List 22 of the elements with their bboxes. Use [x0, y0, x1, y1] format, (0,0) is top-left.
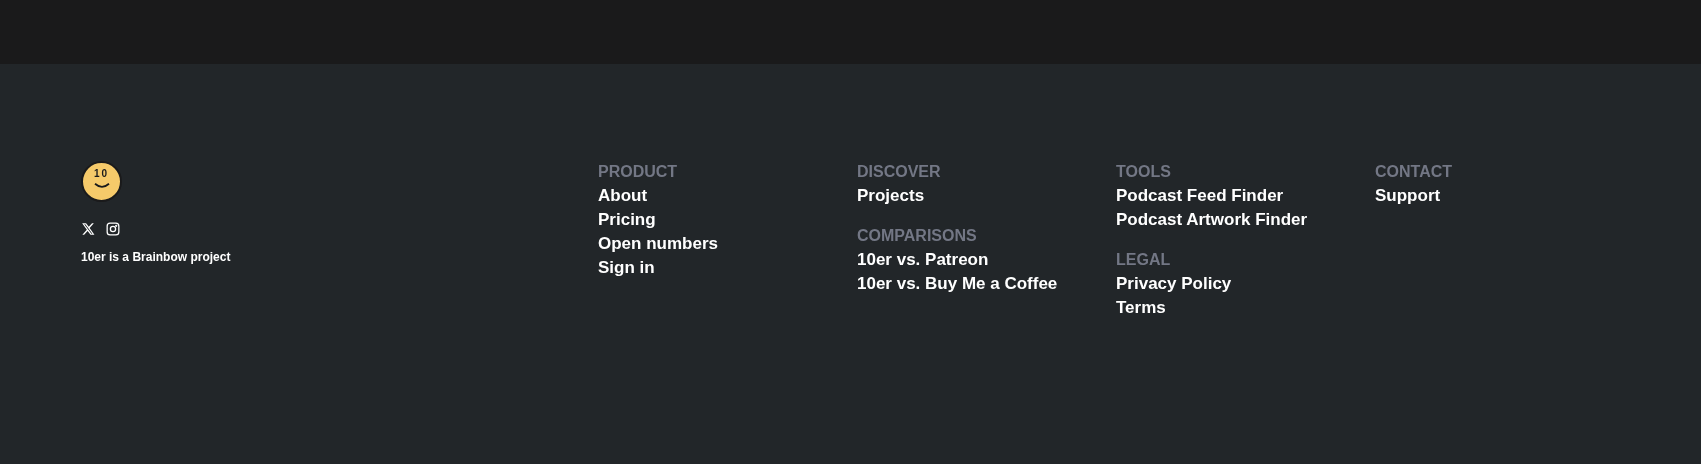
footer-link[interactable]: Pricing	[598, 208, 656, 232]
tagline: 10er is a Brainbow project	[81, 249, 232, 266]
section-heading: TOOLS	[1116, 162, 1172, 182]
section-heading: LEGAL	[1116, 250, 1172, 270]
footer-link[interactable]: Sign in	[598, 256, 655, 280]
footer-link[interactable]: Privacy Policy	[1116, 272, 1232, 296]
footer-link[interactable]: Podcast Feed Finder	[1116, 184, 1284, 208]
section-heading: DISCOVER	[857, 162, 942, 182]
footer-link[interactable]: About	[598, 184, 648, 208]
section-heading: CONTACT	[1375, 162, 1454, 182]
x-icon[interactable]	[81, 222, 95, 236]
instagram-icon[interactable]	[106, 222, 120, 236]
footer-link[interactable]: 10er vs. Buy Me a Coffee	[857, 272, 1058, 296]
section-heading: COMPARISONS	[857, 226, 978, 246]
footer-link[interactable]: 10er vs. Patreon	[857, 248, 989, 272]
footer-link[interactable]: Podcast Artwork Finder	[1116, 208, 1308, 232]
logo[interactable]: 10	[81, 161, 122, 202]
footer-link[interactable]: Terms	[1116, 296, 1166, 320]
section-heading: PRODUCT	[598, 162, 679, 182]
footer-link[interactable]: Projects	[857, 184, 925, 208]
footer-link[interactable]: Support	[1375, 184, 1441, 208]
footer-link[interactable]: Open numbers	[598, 232, 718, 256]
